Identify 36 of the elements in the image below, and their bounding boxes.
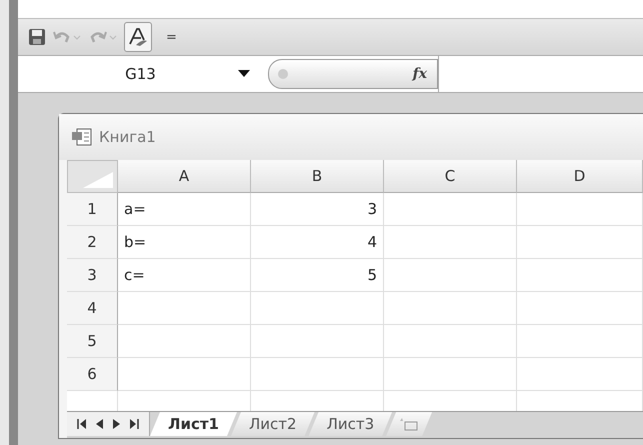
- last-sheet-icon[interactable]: [130, 419, 139, 429]
- column-header[interactable]: A: [118, 160, 251, 193]
- letter-brush-icon: [128, 27, 148, 47]
- row-header[interactable]: 1: [67, 193, 118, 226]
- save-icon[interactable]: [28, 28, 46, 46]
- column-header[interactable]: B: [251, 160, 384, 193]
- row-header[interactable]: 6: [67, 358, 118, 391]
- row-header[interactable]: 5: [67, 325, 118, 358]
- name-box[interactable]: G13: [18, 56, 268, 92]
- column-header[interactable]: D: [517, 160, 643, 193]
- knob-icon: [277, 68, 289, 80]
- row-header[interactable]: 3: [67, 259, 118, 292]
- sheet-tab[interactable]: Лист3: [308, 412, 392, 436]
- new-sheet-icon: [399, 417, 420, 431]
- sheet-tab[interactable]: Лист2: [231, 412, 315, 436]
- workbook-icon: [71, 128, 93, 146]
- insert-function-button[interactable]: fx: [268, 59, 438, 89]
- table-cell: 4: [251, 226, 384, 259]
- table-cell: 3: [251, 193, 384, 226]
- workbook-title: Книга1: [99, 128, 156, 146]
- corner-triangle-icon: [83, 172, 113, 188]
- table-cell: 5: [251, 259, 384, 292]
- sheet-tab[interactable]: Лист1: [150, 412, 237, 436]
- customize-toolbar-button[interactable]: =: [166, 30, 177, 44]
- table-cell: b=: [118, 226, 251, 259]
- row-header[interactable]: 2: [67, 226, 118, 259]
- insert-sheet-button[interactable]: [386, 412, 432, 436]
- column-header[interactable]: C: [384, 160, 517, 193]
- dropdown-caret-icon[interactable]: [238, 70, 250, 78]
- format-button[interactable]: [124, 22, 152, 52]
- row-header[interactable]: 4: [67, 292, 118, 325]
- table-cell: a=: [118, 193, 251, 226]
- table-cell: c=: [118, 259, 251, 292]
- next-sheet-icon[interactable]: [113, 419, 120, 429]
- first-sheet-icon[interactable]: [77, 419, 86, 429]
- previous-sheet-icon[interactable]: [96, 419, 103, 429]
